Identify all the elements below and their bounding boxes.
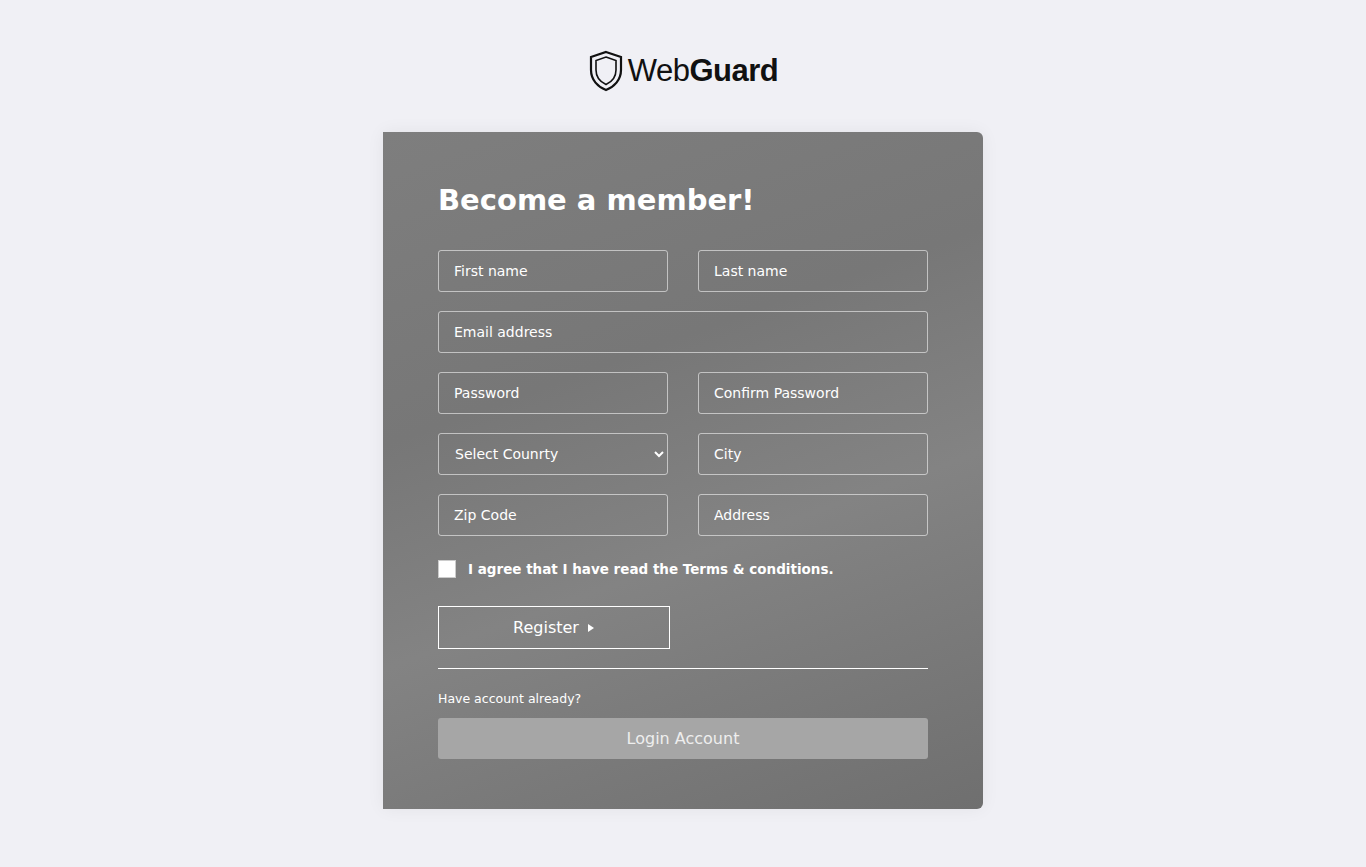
field-cell xyxy=(698,433,928,475)
text-field[interactable] xyxy=(438,494,668,536)
field-cell xyxy=(438,494,668,536)
form-title: Become a member! xyxy=(438,182,928,218)
have-account-text: Have account already? xyxy=(438,691,928,706)
field-cell xyxy=(438,250,668,292)
divider xyxy=(438,668,928,669)
text-field[interactable] xyxy=(438,372,668,414)
register-button[interactable]: Register xyxy=(438,606,670,649)
terms-checkbox[interactable] xyxy=(438,560,456,578)
field-cell xyxy=(438,372,668,414)
text-field[interactable] xyxy=(698,372,928,414)
field-cell xyxy=(438,311,928,353)
country-select[interactable]: Select Counrty xyxy=(438,433,668,475)
field-cell xyxy=(698,494,928,536)
field-cell: Select Counrty xyxy=(438,433,668,475)
text-field[interactable] xyxy=(438,311,928,353)
register-card: Become a member! Select Counrty I agree th… xyxy=(383,132,983,809)
terms-label[interactable]: I agree that I have read the Terms & con… xyxy=(468,561,834,577)
logo: WebGuard xyxy=(588,50,778,92)
form-fields: Select Counrty xyxy=(438,250,928,536)
terms-row: I agree that I have read the Terms & con… xyxy=(438,560,928,578)
shield-icon xyxy=(588,50,624,92)
field-cell xyxy=(698,250,928,292)
text-field[interactable] xyxy=(698,250,928,292)
text-field[interactable] xyxy=(698,433,928,475)
logo-text: WebGuard xyxy=(628,53,778,89)
caret-right-icon xyxy=(587,623,595,633)
field-cell xyxy=(698,372,928,414)
text-field[interactable] xyxy=(698,494,928,536)
login-button[interactable]: Login Account xyxy=(438,718,928,759)
text-field[interactable] xyxy=(438,250,668,292)
register-label: Register xyxy=(513,618,579,637)
